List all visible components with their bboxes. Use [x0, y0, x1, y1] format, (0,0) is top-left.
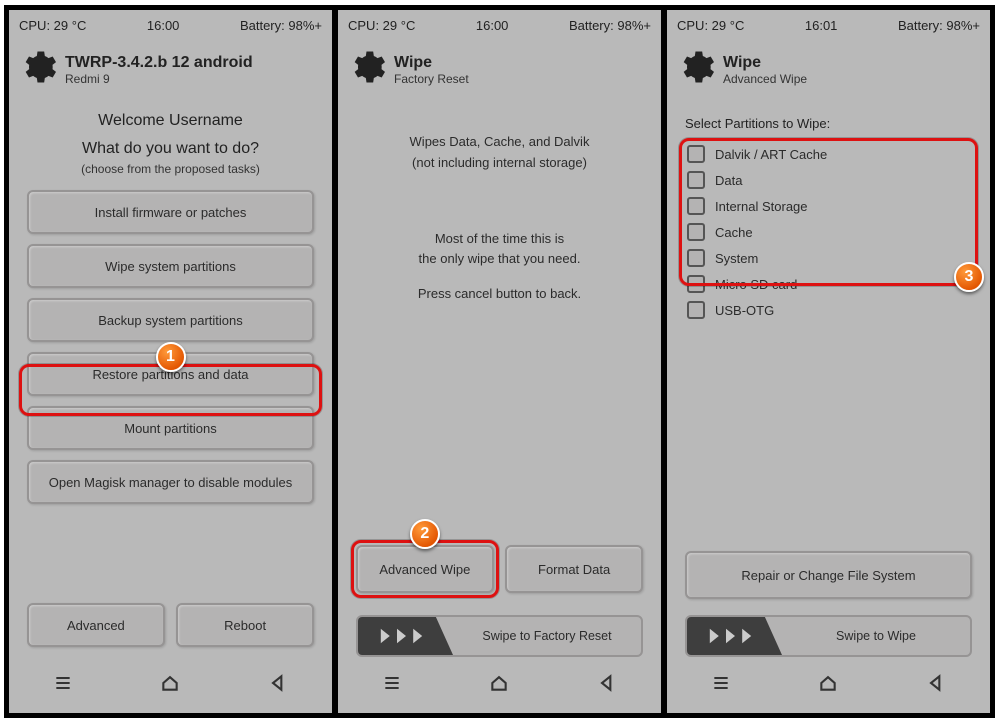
gear-icon: [17, 47, 57, 92]
swipe-factory-reset-slider[interactable]: Swipe to Factory Reset: [356, 615, 643, 657]
nav-bar: [667, 665, 990, 713]
wipe-info-2b: the only wipe that you need.: [356, 249, 643, 270]
install-firmware-button[interactable]: Install firmware or patches: [27, 190, 314, 234]
step-badge-3: 3: [954, 262, 984, 292]
back-icon[interactable]: [266, 673, 290, 698]
header: TWRP-3.4.2.b 12 android Redmi 9: [9, 41, 332, 94]
advanced-wipe-button[interactable]: Advanced Wipe: [356, 545, 494, 593]
mount-partitions-button[interactable]: Mount partitions: [27, 406, 314, 450]
nav-bar: [338, 665, 661, 713]
wipe-info-1b: (not including internal storage): [356, 153, 643, 174]
checkbox-icon: [687, 223, 705, 241]
repair-filesystem-button[interactable]: Repair or Change File System: [685, 551, 972, 599]
reboot-button[interactable]: Reboot: [176, 603, 314, 647]
wipe-info-1: Wipes Data, Cache, and Dalvik: [356, 132, 643, 153]
nav-bar: [9, 665, 332, 713]
status-bar: CPU: 29 °C 16:00 Battery: 98%+: [338, 10, 661, 41]
checkbox-icon: [687, 301, 705, 319]
swipe-to-wipe-slider[interactable]: Swipe to Wipe: [685, 615, 972, 657]
status-bar: CPU: 29 °C 16:00 Battery: 98%+: [9, 10, 332, 41]
partition-usbotg-checkbox[interactable]: USB-OTG: [685, 297, 972, 323]
clock: 16:00: [147, 18, 180, 33]
page-subtitle: Factory Reset: [394, 72, 469, 86]
battery: Battery: 98%+: [240, 18, 322, 33]
partition-cache-checkbox[interactable]: Cache: [685, 219, 972, 245]
header: Wipe Advanced Wipe: [667, 41, 990, 94]
page-subtitle: Advanced Wipe: [723, 72, 807, 86]
partition-internal-checkbox[interactable]: Internal Storage: [685, 193, 972, 219]
checkbox-icon: [687, 275, 705, 293]
page-title: TWRP-3.4.2.b 12 android: [65, 54, 253, 72]
back-icon[interactable]: [595, 673, 619, 698]
home-icon[interactable]: [816, 673, 840, 698]
menu-icon[interactable]: [709, 673, 733, 698]
step-badge-1: 1: [156, 342, 186, 372]
wipe-info-2a: Most of the time this is: [356, 229, 643, 250]
partition-dalvik-checkbox[interactable]: Dalvik / ART Cache: [685, 141, 972, 167]
home-icon[interactable]: [158, 673, 182, 698]
battery: Battery: 98%+: [569, 18, 651, 33]
chevron-right-icon: [687, 617, 782, 655]
wipe-info-3: Press cancel button to back.: [356, 284, 643, 305]
menu-icon[interactable]: [380, 673, 404, 698]
screen-wipe: CPU: 29 °C 16:00 Battery: 98%+ Wipe Fact…: [336, 8, 663, 715]
cpu-temp: CPU: 29 °C: [677, 18, 744, 33]
clock: 16:00: [476, 18, 509, 33]
back-icon[interactable]: [924, 673, 948, 698]
screen-main-menu: CPU: 29 °C 16:00 Battery: 98%+ TWRP-3.4.…: [7, 8, 334, 715]
welcome-line-2: What do you want to do?: [27, 140, 314, 158]
status-bar: CPU: 29 °C 16:01 Battery: 98%+: [667, 10, 990, 41]
checkbox-icon: [687, 171, 705, 189]
cpu-temp: CPU: 29 °C: [19, 18, 86, 33]
select-partitions-label: Select Partitions to Wipe:: [685, 116, 972, 131]
partition-data-checkbox[interactable]: Data: [685, 167, 972, 193]
gear-icon: [675, 47, 715, 92]
magisk-manager-button[interactable]: Open Magisk manager to disable modules: [27, 460, 314, 504]
backup-partitions-button[interactable]: Backup system partitions: [27, 298, 314, 342]
checkbox-icon: [687, 197, 705, 215]
battery: Battery: 98%+: [898, 18, 980, 33]
partition-microsd-checkbox[interactable]: Micro SD card: [685, 271, 972, 297]
chevron-right-icon: [358, 617, 453, 655]
page-title: Wipe: [394, 54, 469, 72]
welcome-line-1: Welcome Username: [27, 112, 314, 130]
checkbox-icon: [687, 145, 705, 163]
checkbox-icon: [687, 249, 705, 267]
home-icon[interactable]: [487, 673, 511, 698]
slider-label: Swipe to Wipe: [782, 629, 970, 643]
page-title: Wipe: [723, 54, 807, 72]
welcome-hint: (choose from the proposed tasks): [27, 162, 314, 176]
cpu-temp: CPU: 29 °C: [348, 18, 415, 33]
screen-advanced-wipe: CPU: 29 °C 16:01 Battery: 98%+ Wipe Adva…: [665, 8, 992, 715]
header: Wipe Factory Reset: [338, 41, 661, 94]
menu-icon[interactable]: [51, 673, 75, 698]
wipe-partitions-button[interactable]: Wipe system partitions: [27, 244, 314, 288]
slider-label: Swipe to Factory Reset: [453, 629, 641, 643]
device-name: Redmi 9: [65, 72, 253, 86]
format-data-button[interactable]: Format Data: [505, 545, 643, 593]
advanced-button[interactable]: Advanced: [27, 603, 165, 647]
gear-icon: [346, 47, 386, 92]
step-badge-2: 2: [410, 519, 440, 549]
clock: 16:01: [805, 18, 838, 33]
partition-system-checkbox[interactable]: System: [685, 245, 972, 271]
